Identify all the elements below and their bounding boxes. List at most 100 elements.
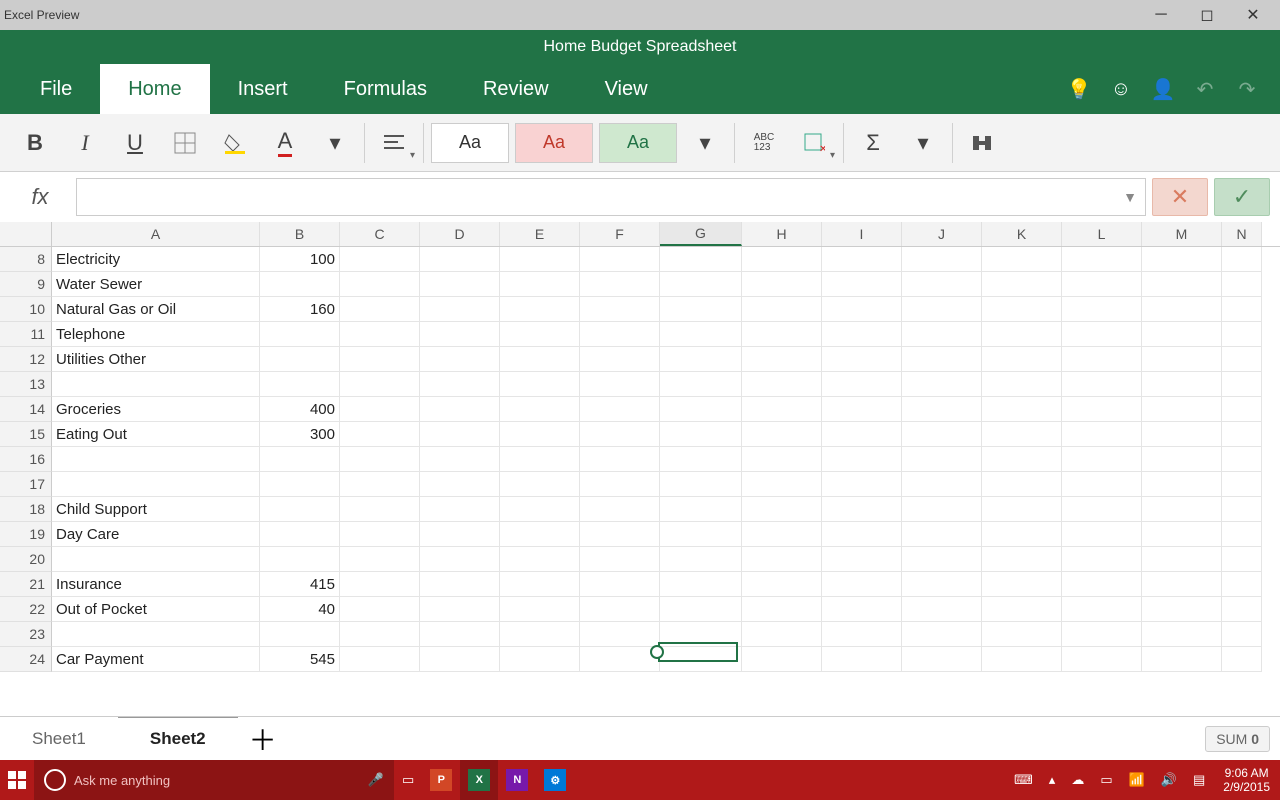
cell-K13[interactable]: [982, 372, 1062, 397]
cell-L20[interactable]: [1062, 547, 1142, 572]
column-header-J[interactable]: J: [902, 222, 982, 246]
cell-K11[interactable]: [982, 322, 1062, 347]
cell-B11[interactable]: [260, 322, 340, 347]
cell-C20[interactable]: [340, 547, 420, 572]
cell-J13[interactable]: [902, 372, 982, 397]
cell-K23[interactable]: [982, 622, 1062, 647]
cell-B22[interactable]: 40: [260, 597, 340, 622]
cell-D19[interactable]: [420, 522, 500, 547]
formula-dropdown-icon[interactable]: ▼: [1123, 189, 1137, 205]
cell-D20[interactable]: [420, 547, 500, 572]
cell-E8[interactable]: [500, 247, 580, 272]
cell-B20[interactable]: [260, 547, 340, 572]
cell-M23[interactable]: [1142, 622, 1222, 647]
cell-C24[interactable]: [340, 647, 420, 672]
cell-M24[interactable]: [1142, 647, 1222, 672]
tab-file[interactable]: File: [12, 64, 100, 114]
spreadsheet-grid[interactable]: ABCDEFGHIJKLMN 8Electricity1009Water Sew…: [0, 222, 1280, 716]
row-header-13[interactable]: 13: [0, 372, 52, 397]
cell-K21[interactable]: [982, 572, 1062, 597]
cell-D23[interactable]: [420, 622, 500, 647]
tab-home[interactable]: Home: [100, 64, 209, 114]
cell-style-bad[interactable]: Aa: [515, 123, 593, 163]
cell-J19[interactable]: [902, 522, 982, 547]
find-button[interactable]: [957, 119, 1007, 167]
cell-B13[interactable]: [260, 372, 340, 397]
formula-accept-button[interactable]: ✓: [1214, 178, 1270, 216]
cell-L23[interactable]: [1062, 622, 1142, 647]
row-header-10[interactable]: 10: [0, 297, 52, 322]
cell-I20[interactable]: [822, 547, 902, 572]
cell-D16[interactable]: [420, 447, 500, 472]
cell-H9[interactable]: [742, 272, 822, 297]
cell-I10[interactable]: [822, 297, 902, 322]
cell-M17[interactable]: [1142, 472, 1222, 497]
cell-G18[interactable]: [660, 497, 742, 522]
cell-J16[interactable]: [902, 447, 982, 472]
cell-A21[interactable]: Insurance: [52, 572, 260, 597]
cell-N8[interactable]: [1222, 247, 1262, 272]
cell-E9[interactable]: [500, 272, 580, 297]
cell-E23[interactable]: [500, 622, 580, 647]
cell-E17[interactable]: [500, 472, 580, 497]
cell-M16[interactable]: [1142, 447, 1222, 472]
taskbar-app-onenote[interactable]: N: [498, 760, 536, 800]
cell-M13[interactable]: [1142, 372, 1222, 397]
cell-M12[interactable]: [1142, 347, 1222, 372]
cell-F15[interactable]: [580, 422, 660, 447]
cell-G11[interactable]: [660, 322, 742, 347]
cell-N23[interactable]: [1222, 622, 1262, 647]
cell-I9[interactable]: [822, 272, 902, 297]
cell-H15[interactable]: [742, 422, 822, 447]
cell-G20[interactable]: [660, 547, 742, 572]
cell-K14[interactable]: [982, 397, 1062, 422]
cell-F10[interactable]: [580, 297, 660, 322]
cell-H12[interactable]: [742, 347, 822, 372]
tab-formulas[interactable]: Formulas: [316, 64, 455, 114]
column-header-B[interactable]: B: [260, 222, 340, 246]
cell-G13[interactable]: [660, 372, 742, 397]
cell-K18[interactable]: [982, 497, 1062, 522]
cell-F13[interactable]: [580, 372, 660, 397]
cell-A13[interactable]: [52, 372, 260, 397]
cell-L14[interactable]: [1062, 397, 1142, 422]
font-color-button[interactable]: A: [260, 119, 310, 167]
cell-H24[interactable]: [742, 647, 822, 672]
system-clock[interactable]: 9:06 AM 2/9/2015: [1213, 766, 1280, 795]
cell-C16[interactable]: [340, 447, 420, 472]
cell-M19[interactable]: [1142, 522, 1222, 547]
select-all-corner[interactable]: [0, 222, 52, 246]
cell-L8[interactable]: [1062, 247, 1142, 272]
cell-I21[interactable]: [822, 572, 902, 597]
cell-K10[interactable]: [982, 297, 1062, 322]
cell-A17[interactable]: [52, 472, 260, 497]
cell-G16[interactable]: [660, 447, 742, 472]
formula-cancel-button[interactable]: ✕: [1152, 178, 1208, 216]
cell-C15[interactable]: [340, 422, 420, 447]
tray-notifications-icon[interactable]: ▤: [1185, 760, 1213, 800]
cell-G8[interactable]: [660, 247, 742, 272]
cell-D21[interactable]: [420, 572, 500, 597]
cell-H13[interactable]: [742, 372, 822, 397]
cell-B15[interactable]: 300: [260, 422, 340, 447]
column-header-M[interactable]: M: [1142, 222, 1222, 246]
lightbulb-icon[interactable]: 💡: [1058, 64, 1100, 114]
cell-F8[interactable]: [580, 247, 660, 272]
cell-B17[interactable]: [260, 472, 340, 497]
cell-H22[interactable]: [742, 597, 822, 622]
row-header-17[interactable]: 17: [0, 472, 52, 497]
row-header-16[interactable]: 16: [0, 447, 52, 472]
cell-F9[interactable]: [580, 272, 660, 297]
cell-L13[interactable]: [1062, 372, 1142, 397]
cell-A9[interactable]: Water Sewer: [52, 272, 260, 297]
row-header-19[interactable]: 19: [0, 522, 52, 547]
column-header-E[interactable]: E: [500, 222, 580, 246]
font-dropdown[interactable]: ▾: [310, 119, 360, 167]
cell-style-good[interactable]: Aa: [599, 123, 677, 163]
column-header-A[interactable]: A: [52, 222, 260, 246]
cell-N16[interactable]: [1222, 447, 1262, 472]
cell-H18[interactable]: [742, 497, 822, 522]
cell-H8[interactable]: [742, 247, 822, 272]
cell-N21[interactable]: [1222, 572, 1262, 597]
column-header-G[interactable]: G: [660, 222, 742, 246]
